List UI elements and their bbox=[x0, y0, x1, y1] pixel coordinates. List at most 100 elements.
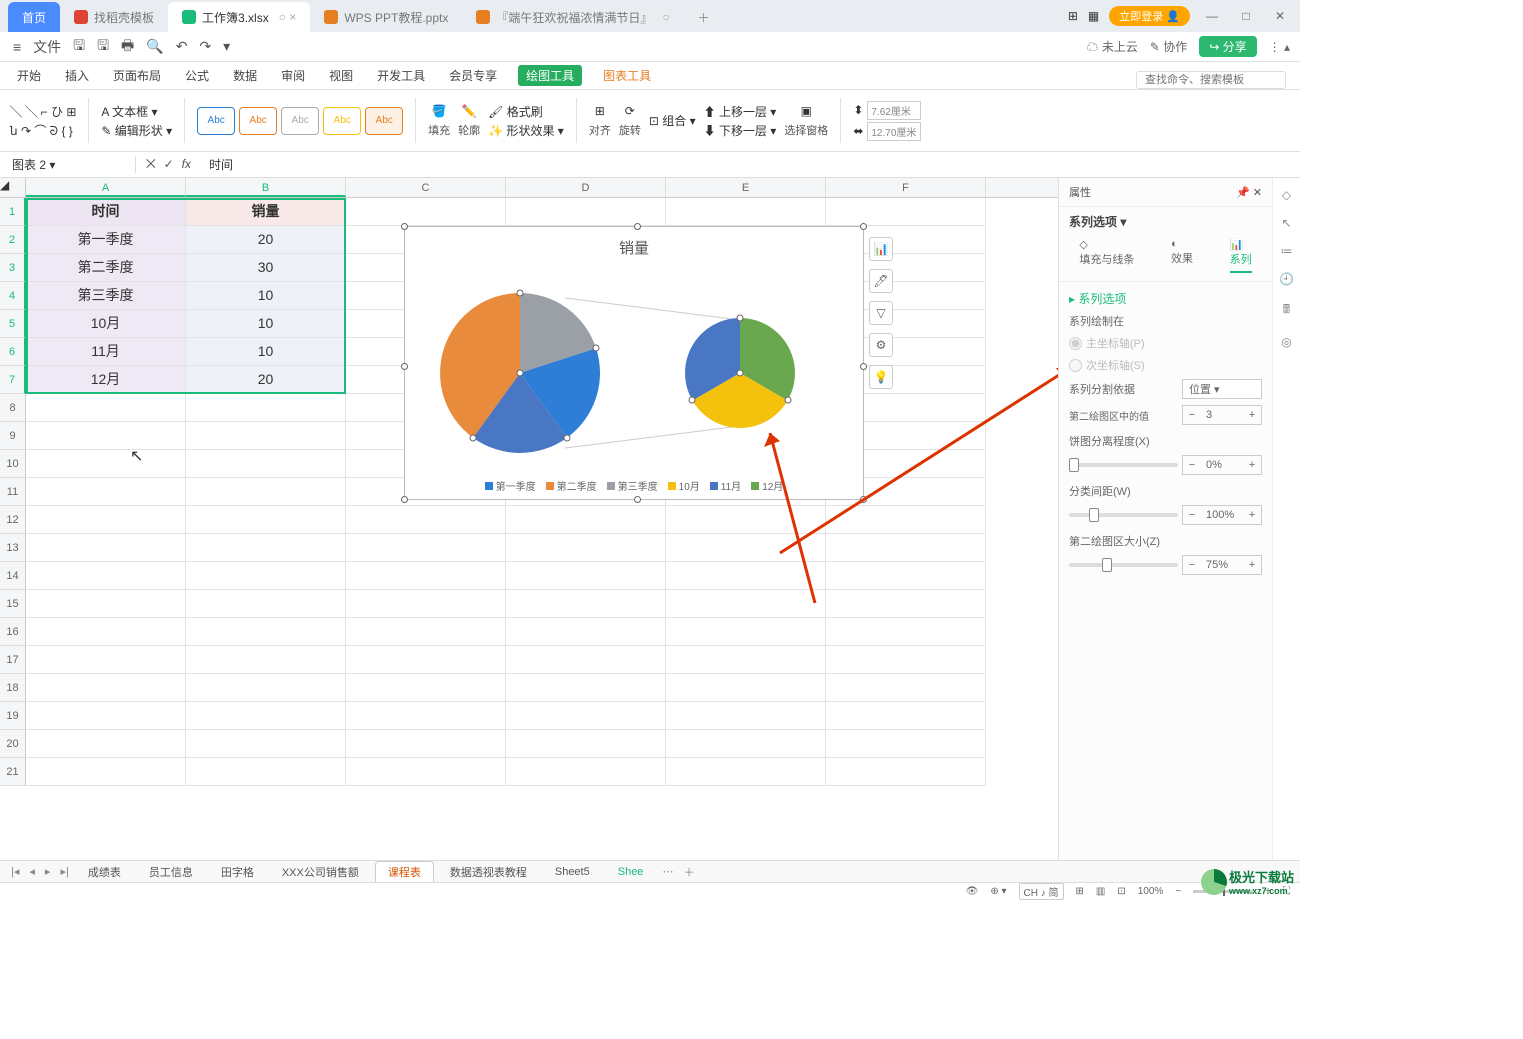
cell[interactable] bbox=[26, 618, 186, 646]
cell[interactable] bbox=[346, 590, 506, 618]
menu-draw-tool[interactable]: 绘图工具 bbox=[518, 65, 582, 86]
align-button[interactable]: ⊞ bbox=[589, 104, 611, 118]
cell[interactable] bbox=[826, 534, 986, 562]
sheet-tab[interactable]: 田字格 bbox=[209, 862, 266, 882]
cell[interactable] bbox=[186, 730, 346, 758]
tab-more[interactable]: ⋯ bbox=[659, 865, 676, 878]
close-pane-icon[interactable]: ✕ bbox=[1253, 187, 1262, 199]
fill-button[interactable]: 🪣 bbox=[428, 104, 450, 118]
cell[interactable] bbox=[666, 702, 826, 730]
row-header[interactable]: 15 bbox=[0, 590, 26, 618]
row-header[interactable]: 8 bbox=[0, 394, 26, 422]
menu-formula[interactable]: 公式 bbox=[182, 67, 212, 89]
cell[interactable] bbox=[186, 422, 346, 450]
cell[interactable]: 20 bbox=[186, 366, 346, 394]
row-header[interactable]: 5 bbox=[0, 310, 26, 338]
more-icon[interactable]: ⋮ ▴ bbox=[1269, 40, 1290, 54]
row-header[interactable]: 6 bbox=[0, 338, 26, 366]
move-down[interactable]: ⬇ 下移一层 ▾ bbox=[704, 122, 777, 139]
cell[interactable] bbox=[346, 702, 506, 730]
cell[interactable] bbox=[666, 674, 826, 702]
menu-dev[interactable]: 开发工具 bbox=[374, 67, 428, 89]
chart-object[interactable]: 销量 第一季度 第二 bbox=[404, 226, 864, 500]
cell[interactable] bbox=[506, 674, 666, 702]
shape-effects[interactable]: ✨ 形状效果 ▾ bbox=[488, 122, 564, 139]
new-tab[interactable]: ＋ bbox=[684, 2, 724, 32]
menu-chart-tool[interactable]: 图表工具 bbox=[600, 67, 654, 89]
row-header[interactable]: 7 bbox=[0, 366, 26, 394]
cell[interactable] bbox=[346, 646, 506, 674]
row-header[interactable]: 21 bbox=[0, 758, 26, 786]
cell[interactable] bbox=[826, 506, 986, 534]
grid-icon[interactable]: ⊞ bbox=[1068, 9, 1078, 23]
cell[interactable]: 时间 bbox=[26, 198, 186, 226]
pin-icon[interactable]: ○ bbox=[662, 10, 669, 24]
sheet-tab[interactable]: 员工信息 bbox=[137, 862, 205, 882]
height-input[interactable]: ⬍ 7.62厘米 bbox=[853, 101, 921, 120]
cell[interactable] bbox=[186, 394, 346, 422]
row-header[interactable]: 1 bbox=[0, 198, 26, 226]
row-header[interactable]: 13 bbox=[0, 534, 26, 562]
cell[interactable] bbox=[346, 674, 506, 702]
row-header[interactable]: 4 bbox=[0, 282, 26, 310]
undo-icon[interactable]: ↶ bbox=[173, 38, 191, 55]
side-select-icon[interactable]: ↖ bbox=[1281, 216, 1291, 230]
cell[interactable] bbox=[346, 758, 506, 786]
row-header[interactable]: 2 bbox=[0, 226, 26, 254]
cell[interactable] bbox=[186, 534, 346, 562]
cell[interactable] bbox=[506, 646, 666, 674]
tab-templates[interactable]: 找稻壳模板 bbox=[60, 2, 168, 32]
cell[interactable] bbox=[26, 562, 186, 590]
cell[interactable] bbox=[506, 730, 666, 758]
group-button[interactable]: ⊡ 组合 ▾ bbox=[649, 112, 696, 129]
cell[interactable]: 10 bbox=[186, 282, 346, 310]
row-header[interactable]: 18 bbox=[0, 674, 26, 702]
cell[interactable] bbox=[26, 394, 186, 422]
cell[interactable] bbox=[826, 590, 986, 618]
tab-add[interactable]: ＋ bbox=[680, 864, 697, 880]
editshape-button[interactable]: ✎ 编辑形状 ▾ bbox=[101, 122, 172, 139]
menu-data[interactable]: 数据 bbox=[230, 67, 260, 89]
max-button[interactable]: □ bbox=[1234, 9, 1258, 23]
cell[interactable] bbox=[186, 702, 346, 730]
row-header[interactable]: 19 bbox=[0, 702, 26, 730]
cell[interactable] bbox=[26, 730, 186, 758]
save-as-icon[interactable]: 🖫 bbox=[94, 35, 112, 59]
view-page[interactable]: ▥ bbox=[1096, 886, 1105, 897]
print-icon[interactable]: 🖶 bbox=[118, 35, 137, 59]
cell[interactable] bbox=[826, 646, 986, 674]
pin-icon[interactable]: 📌 bbox=[1236, 187, 1250, 199]
cell[interactable] bbox=[506, 758, 666, 786]
cell[interactable] bbox=[666, 198, 826, 226]
select-all[interactable]: ◢ bbox=[0, 178, 26, 197]
menu-review[interactable]: 审阅 bbox=[278, 67, 308, 89]
cell[interactable] bbox=[506, 534, 666, 562]
close-icon[interactable]: ○ × bbox=[279, 10, 297, 24]
section-series[interactable]: ▸ 系列选项 bbox=[1069, 290, 1262, 307]
tab-ppt2[interactable]: 『端午狂欢祝福浓情满节日』○ bbox=[462, 2, 683, 32]
cell[interactable]: 30 bbox=[186, 254, 346, 282]
cell[interactable] bbox=[186, 506, 346, 534]
format-painter[interactable]: 🖌 格式刷 bbox=[488, 103, 564, 120]
share-button[interactable]: ↪ 分享 bbox=[1199, 36, 1256, 57]
cell[interactable] bbox=[826, 198, 986, 226]
cell[interactable] bbox=[26, 506, 186, 534]
split-select[interactable]: 位置 ▾ bbox=[1182, 379, 1262, 399]
min-button[interactable]: — bbox=[1200, 9, 1224, 23]
cloud-status[interactable]: ☁ 未上云 bbox=[1086, 38, 1137, 55]
size2-stepper[interactable]: −75%+ bbox=[1182, 555, 1262, 575]
cell[interactable] bbox=[826, 758, 986, 786]
gap-slider[interactable] bbox=[1069, 513, 1178, 517]
view-break[interactable]: ⊡ bbox=[1117, 886, 1125, 897]
cell[interactable]: 第一季度 bbox=[26, 226, 186, 254]
side-diamond-icon[interactable]: ◇ bbox=[1282, 188, 1291, 202]
cell[interactable] bbox=[26, 422, 186, 450]
side-settings-icon[interactable]: ≔ bbox=[1281, 244, 1293, 258]
cell[interactable] bbox=[666, 590, 826, 618]
cell[interactable]: 10月 bbox=[26, 310, 186, 338]
tab-first[interactable]: |◂ bbox=[8, 865, 22, 878]
row-header[interactable]: 11 bbox=[0, 478, 26, 506]
cell[interactable] bbox=[26, 590, 186, 618]
cell[interactable] bbox=[346, 198, 506, 226]
col-D[interactable]: D bbox=[506, 178, 666, 197]
